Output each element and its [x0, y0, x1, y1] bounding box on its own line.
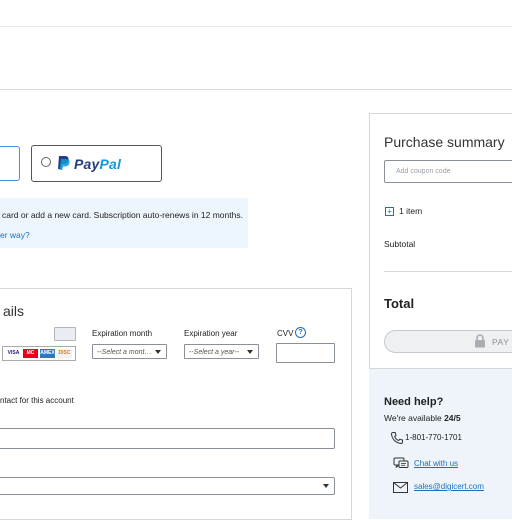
credit-card-icon	[54, 327, 76, 341]
phone-icon	[390, 432, 403, 445]
purchase-summary-title: Purchase summary	[384, 134, 505, 150]
expiration-year-label: Expiration year	[184, 329, 238, 338]
expand-items-icon[interactable]: +	[385, 207, 394, 216]
cvv-help-icon[interactable]: ?	[295, 327, 306, 338]
visa-icon: VISA	[7, 350, 20, 356]
expiration-year-value: --Select a year--	[189, 349, 240, 356]
chat-icon	[393, 457, 409, 468]
info-banner	[0, 198, 248, 248]
info-text: card or add a new card. Subscription aut…	[2, 210, 243, 220]
cvv-input[interactable]	[276, 343, 335, 363]
expiration-month-label: Expiration month	[92, 329, 153, 338]
amex-icon: AMEX	[40, 349, 55, 358]
card-details-title: ails	[3, 303, 25, 319]
paypal-wordmark: PayPal	[74, 156, 121, 172]
help-availability: We're available 24/5	[384, 413, 461, 423]
paypal-icon	[58, 156, 70, 170]
mail-icon	[393, 482, 408, 493]
top-bar	[0, 0, 512, 27]
email-link[interactable]: sales@digicert.com	[414, 482, 484, 491]
discover-icon: DISC	[57, 349, 72, 358]
chat-link[interactable]: Chat with us	[414, 459, 458, 468]
help-title: Need help?	[384, 396, 444, 408]
card-logos: VISA MC AMEX DISC	[2, 346, 76, 361]
paypal-radio[interactable]	[41, 157, 51, 167]
mastercard-icon: MC	[23, 349, 38, 358]
paypal-wordmark-pay: Pay	[74, 156, 100, 172]
country-select[interactable]	[0, 477, 335, 495]
help-availability-prefix: We're available	[384, 413, 445, 423]
header-area	[0, 26, 512, 90]
chevron-down-icon	[323, 484, 329, 488]
lock-icon	[475, 334, 485, 348]
chevron-down-icon	[247, 350, 253, 354]
paypal-wordmark-pal: Pal	[99, 156, 122, 172]
text-input[interactable]	[0, 428, 335, 449]
other-way-link[interactable]: er way?	[0, 230, 30, 240]
help-availability-hours: 24/5	[444, 413, 461, 423]
chevron-down-icon	[155, 350, 161, 354]
credit-card-option[interactable]	[0, 146, 20, 181]
phone-number[interactable]: 1-801-770-1701	[405, 433, 462, 442]
contact-checkbox-label: ntact for this account	[0, 396, 74, 405]
total-label: Total	[384, 296, 415, 311]
cvv-label: CVV	[277, 329, 294, 338]
expiration-month-select[interactable]: --Select a mont…	[92, 344, 167, 359]
expiration-month-value: --Select a mont…	[97, 349, 152, 356]
divider	[384, 271, 512, 272]
subtotal-label: Subtotal	[384, 239, 416, 249]
pay-button-label: PAY	[492, 337, 510, 347]
expiration-year-select[interactable]: --Select a year--	[184, 344, 259, 359]
items-count: 1 item	[399, 206, 423, 216]
coupon-input[interactable]: Add coupon code	[384, 160, 512, 183]
